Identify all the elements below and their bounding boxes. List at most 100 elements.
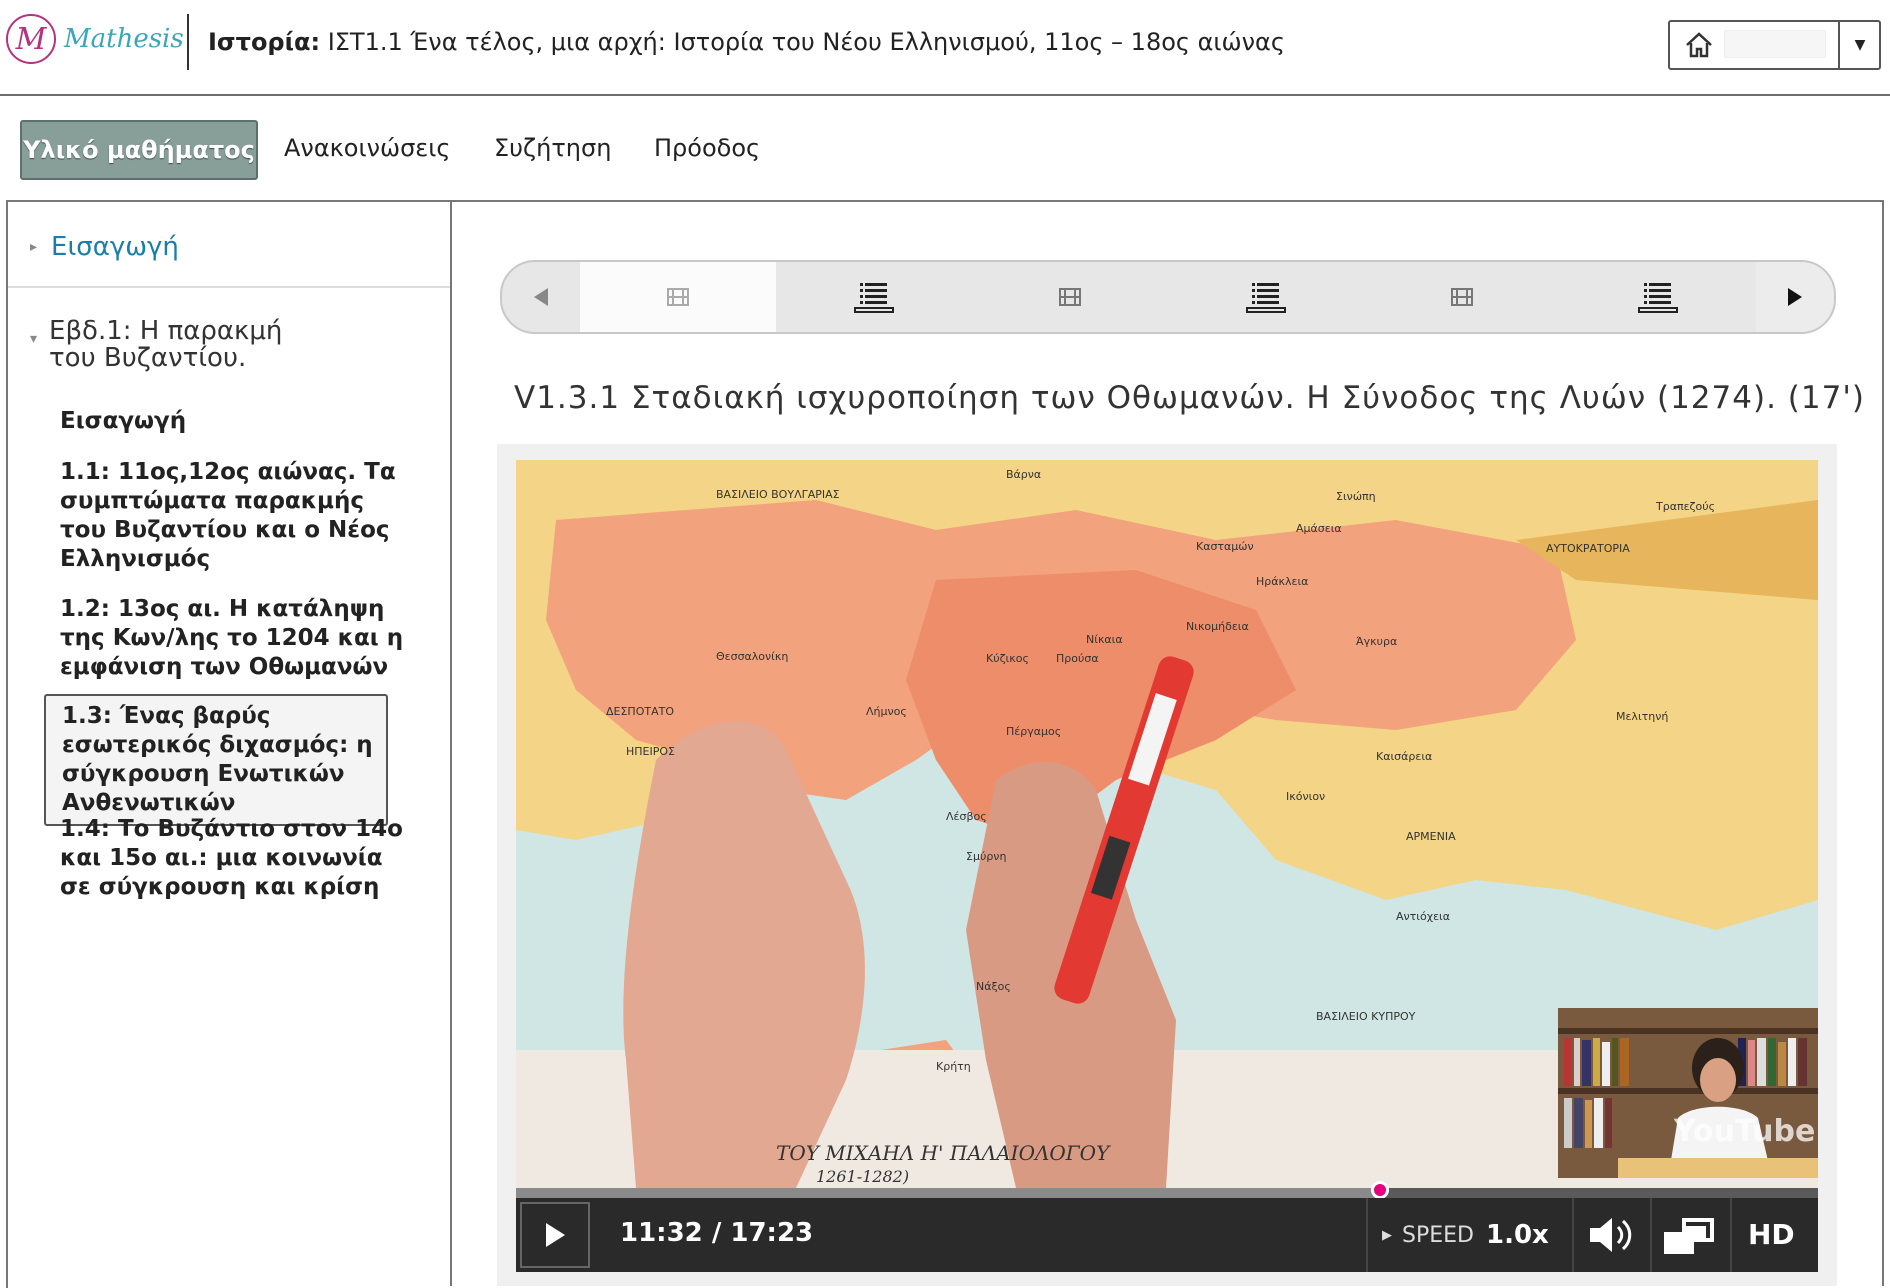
header-divider — [187, 14, 189, 70]
sequence-tab-list-2[interactable] — [1168, 262, 1364, 332]
volume-icon[interactable] — [1586, 1214, 1636, 1256]
svg-text:Κρήτη: Κρήτη — [936, 1060, 971, 1073]
fullscreen-icon[interactable] — [1662, 1214, 1716, 1256]
sidebar-divider — [8, 286, 452, 288]
speed-value: 1.0x — [1485, 1220, 1549, 1250]
chevron-right-icon — [1788, 288, 1802, 306]
svg-text:Αμάσεια: Αμάσεια — [1296, 522, 1342, 535]
video-icon — [1059, 288, 1081, 306]
chapter-title-line1: Εβδ.1: Η παρακμή — [49, 316, 283, 346]
svg-text:Τραπεζούς: Τραπεζούς — [1655, 500, 1715, 513]
sequence-tab-list-1[interactable] — [776, 262, 972, 332]
controls-divider — [1730, 1198, 1732, 1272]
svg-text:Κύζικος: Κύζικος — [986, 652, 1029, 665]
svg-text:Νικομήδεια: Νικομήδεια — [1186, 620, 1249, 633]
sidebar-subsection-1-2[interactable]: 1.2: 13ος αι. Η κατάληψη της Κων/λης το … — [60, 595, 410, 682]
hd-button[interactable]: HD — [1748, 1218, 1795, 1251]
chevron-down-icon: ▾ — [30, 331, 38, 347]
logo-mark-icon: M — [6, 14, 56, 64]
map-subtitle: 1261-1282) — [816, 1167, 909, 1186]
sequence-tab-video-2[interactable] — [972, 262, 1168, 332]
content-left-border — [450, 200, 452, 1286]
svg-text:Άγκυρα: Άγκυρα — [1356, 635, 1397, 648]
svg-text:Νάξος: Νάξος — [976, 980, 1011, 993]
controls-divider — [1650, 1198, 1652, 1272]
svg-text:Σμύρνη: Σμύρνη — [966, 850, 1006, 863]
speed-button[interactable]: ▶ SPEED 1.0x — [1382, 1220, 1549, 1250]
chevron-right-icon: ▸ — [30, 239, 38, 255]
sidebar-subsection-1-3[interactable]: 1.3: Ένας βαρύς εσωτερικός διχασμός: η σ… — [44, 694, 388, 826]
svg-text:ΗΠΕΙΡΟΣ: ΗΠΕΙΡΟΣ — [626, 745, 675, 758]
svg-text:Προύσα: Προύσα — [1056, 652, 1099, 665]
svg-text:Πέργαμος: Πέργαμος — [1006, 725, 1061, 738]
speed-label: SPEED — [1402, 1222, 1474, 1248]
content-right-border — [1882, 200, 1884, 1286]
sidebar-chapter-week1[interactable]: ▾ Εβδ.1: Η παρακμή του Βυζαντίου. — [30, 318, 282, 372]
sequence-next-button[interactable] — [1756, 262, 1834, 332]
list-icon — [1638, 283, 1678, 313]
tab-course-material[interactable]: Υλικό μαθήματος — [20, 120, 258, 180]
play-button[interactable] — [520, 1202, 590, 1268]
tab-announcements[interactable]: Ανακοινώσεις — [284, 120, 451, 176]
controls-divider — [1572, 1198, 1574, 1272]
video-controls: 11:32 / 17:23 ▶ SPEED 1.0x HD — [516, 1198, 1818, 1272]
home-icon[interactable] — [1684, 31, 1714, 59]
course-name: ΙΣΤ1.1 Ένα τέλος, μια αρχή: Ιστορία του … — [327, 28, 1285, 56]
list-icon — [854, 283, 894, 313]
presenter-thumbnail — [1558, 1008, 1818, 1178]
video-progress-played — [516, 1188, 1380, 1198]
controls-divider — [1366, 1198, 1368, 1272]
logo-text: Mathesis — [64, 24, 184, 54]
sidebar-item-label: Εισαγωγή — [51, 232, 179, 262]
video-progress-handle[interactable] — [1371, 1181, 1389, 1199]
course-outline-sidebar: ▸ Εισαγωγή ▾ Εβδ.1: Η παρακμή του Βυζαντ… — [6, 200, 452, 1288]
course-label: Ιστορία: — [208, 28, 321, 56]
svg-text:Νίκαια: Νίκαια — [1086, 633, 1123, 646]
svg-text:Θεσσαλονίκη: Θεσσαλονίκη — [716, 650, 788, 663]
svg-text:Καισάρεια: Καισάρεια — [1376, 750, 1432, 763]
sidebar-subsection-1-1[interactable]: 1.1: 11ος,12ος αιώνας. Τα συμπτώματα παρ… — [60, 458, 410, 574]
svg-text:Ηράκλεια: Ηράκλεια — [1256, 575, 1308, 588]
content-top-border — [450, 200, 1884, 202]
video-icon — [667, 288, 689, 306]
sequence-prev-button[interactable] — [502, 262, 580, 332]
video-title: V1.3.1 Σταδιακή ισχυροποίηση των Οθωμανώ… — [514, 380, 1865, 416]
youtube-watermark: YouTube — [1674, 1114, 1816, 1149]
chevron-right-icon: ▶ — [1382, 1227, 1392, 1243]
user-dropdown-button[interactable]: ▼ — [1838, 22, 1880, 68]
svg-text:ΑΥΤΟΚΡΑΤΟΡΙΑ: ΑΥΤΟΚΡΑΤΟΡΙΑ — [1546, 542, 1630, 555]
svg-text:Βάρνα: Βάρνα — [1006, 468, 1041, 481]
course-nav: Υλικό μαθήματος Ανακοινώσεις Συζήτηση Πρ… — [0, 96, 1890, 200]
svg-text:Κασταμών: Κασταμών — [1196, 540, 1254, 553]
svg-text:Μελιτηνή: Μελιτηνή — [1616, 710, 1668, 723]
user-menu[interactable]: ▼ — [1668, 20, 1881, 70]
course-title: Ιστορία: ΙΣΤ1.1 Ένα τέλος, μια αρχή: Ιστ… — [208, 28, 1285, 56]
svg-text:Λήμνος: Λήμνος — [866, 705, 907, 718]
chevron-left-icon — [534, 288, 548, 306]
map-title: ΤΟΥ ΜΙΧΑΗΛ Η' ΠΑΛΑΙΟΛΟΓΟΥ — [776, 1141, 1111, 1165]
sequence-nav — [500, 260, 1836, 334]
sequence-tab-video-1[interactable] — [580, 262, 776, 332]
list-icon — [1246, 283, 1286, 313]
sidebar-subsection-intro[interactable]: Εισαγωγή — [60, 407, 410, 436]
sequence-tab-video-3[interactable] — [1364, 262, 1560, 332]
svg-text:ΑΡΜΕΝΙΑ: ΑΡΜΕΝΙΑ — [1406, 830, 1456, 843]
svg-text:Λέσβος: Λέσβος — [946, 810, 987, 823]
play-icon — [546, 1223, 565, 1247]
username-field[interactable] — [1724, 30, 1826, 58]
video-time: 11:32 / 17:23 — [620, 1218, 814, 1248]
svg-text:Ικόνιον: Ικόνιον — [1286, 790, 1325, 803]
sidebar-chapter-label: Εβδ.1: Η παρακμή του Βυζαντίου. — [49, 318, 282, 372]
svg-text:Αντιόχεια: Αντιόχεια — [1396, 910, 1450, 923]
tab-discussion[interactable]: Συζήτηση — [494, 120, 611, 176]
sidebar-subsection-1-4[interactable]: 1.4: Το Βυζάντιο στον 14ο και 15ο αι.: μ… — [60, 815, 410, 902]
sequence-tab-list-3[interactable] — [1560, 262, 1756, 332]
mathesis-logo[interactable]: M Mathesis — [6, 14, 184, 64]
tab-progress[interactable]: Πρόοδος — [654, 120, 760, 176]
sidebar-item-intro[interactable]: ▸ Εισαγωγή — [30, 232, 179, 262]
svg-text:Σινώπη: Σινώπη — [1336, 490, 1376, 503]
site-header: M Mathesis Ιστορία: ΙΣΤ1.1 Ένα τέλος, μι… — [0, 0, 1890, 96]
chapter-title-line2: του Βυζαντίου. — [49, 343, 247, 373]
svg-text:ΒΑΣΙΛΕΙΟ ΒΟΥΛΓΑΡΙΑΣ: ΒΑΣΙΛΕΙΟ ΒΟΥΛΓΑΡΙΑΣ — [716, 488, 840, 501]
video-icon — [1451, 288, 1473, 306]
